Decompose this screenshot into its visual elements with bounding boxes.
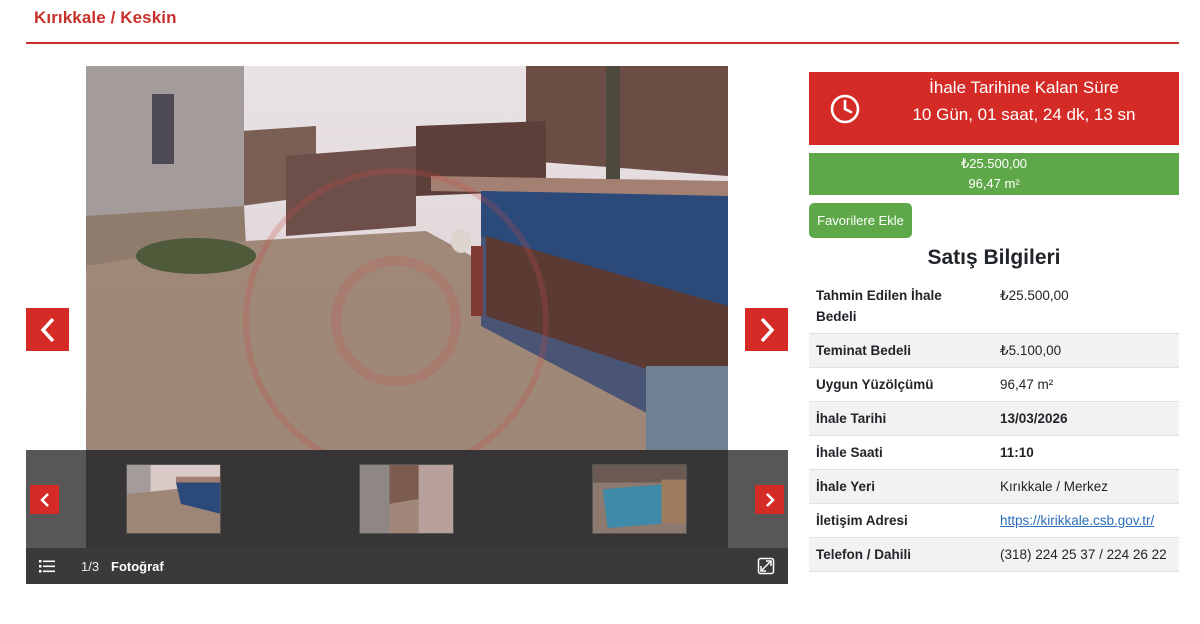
info-row: Tahmin Edilen İhale Bedeli ₺25.500,00 [809, 279, 1179, 334]
photo-label: Fotoğraf [111, 559, 164, 574]
list-icon[interactable] [38, 557, 56, 575]
info-key: Uygun Yüzölçümü [809, 367, 993, 402]
add-to-favorites-button[interactable]: Favorilere Ekle [809, 203, 912, 238]
price-area: 96,47 m² [968, 176, 1020, 191]
photo-counter: 1/3 [81, 559, 100, 574]
info-value: https://kirikkale.csb.gov.tr/ [993, 503, 1179, 538]
info-value: Kırıkkale / Merkez [993, 469, 1179, 504]
info-key: İhale Yeri [809, 469, 993, 504]
info-key: Teminat Bedeli [809, 333, 993, 368]
info-row: İletişim Adresi https://kirikkale.csb.go… [809, 503, 1179, 538]
info-value: 96,47 m² [993, 367, 1179, 402]
thumbnails-previous-button[interactable] [30, 485, 59, 514]
location-title: Kırıkkale / Keskin [34, 8, 177, 27]
info-row: Uygun Yüzölçümü 96,47 m² [809, 367, 1179, 402]
thumbnail-1-image [127, 465, 220, 533]
info-value: ₺25.500,00 [1000, 288, 1069, 303]
info-key: Telefon / Dahili [809, 537, 993, 572]
photo-gallery: 1/3 Fotoğraf [26, 66, 788, 584]
chevron-left-icon [40, 317, 54, 342]
info-value: 11:10 [993, 435, 1179, 470]
info-row: İhale Tarihi 13/03/2026 [809, 401, 1179, 436]
info-key: İhale Saati [809, 435, 993, 470]
countdown-box: İhale Tarihine Kalan Süre 10 Gün, 01 saa… [809, 72, 1179, 145]
chevron-left-icon [39, 492, 49, 507]
contact-address-link[interactable]: https://kirikkale.csb.gov.tr/ [1000, 513, 1154, 528]
previous-photo-button[interactable] [26, 308, 69, 351]
section-title: Satış Bilgileri [927, 246, 1061, 269]
thumbnail-1[interactable] [126, 464, 221, 534]
price-amount: ₺25.500,00 [960, 156, 1028, 171]
next-photo-button[interactable] [745, 308, 788, 351]
info-value: ₺5.100,00 [993, 333, 1179, 368]
thumbnail-3-image [593, 465, 686, 533]
page-header: Kırıkkale / Keskin [26, 0, 1179, 44]
info-row: İhale Yeri Kırıkkale / Merkez [809, 469, 1179, 504]
expand-icon[interactable] [757, 557, 775, 575]
countdown-title: İhale Tarihine Kalan Süre [929, 78, 1119, 97]
info-row: Telefon / Dahili (318) 224 25 37 / 224 2… [809, 537, 1179, 572]
info-value: (318) 224 25 37 / 224 26 22 [993, 537, 1179, 572]
thumbnail-strip [26, 450, 788, 548]
thumbnail-2[interactable] [359, 464, 454, 534]
clock-icon [830, 94, 860, 124]
gallery-toolbar: 1/3 Fotoğraf [26, 548, 788, 584]
info-key: İhale Tarihi [809, 401, 993, 436]
info-value: 13/03/2026 [993, 401, 1179, 436]
info-row: Teminat Bedeli ₺5.100,00 [809, 333, 1179, 368]
countdown-value: 10 Gün, 01 saat, 24 dk, 13 sn [912, 105, 1136, 124]
sale-info-table: Tahmin Edilen İhale Bedeli ₺25.500,00 Te… [809, 279, 1179, 572]
chevron-right-icon [760, 317, 774, 342]
info-row: İhale Saati 11:10 [809, 435, 1179, 470]
info-key: Tahmin Edilen İhale Bedeli [816, 288, 942, 324]
price-summary: ₺25.500,00 96,47 m² [809, 153, 1179, 195]
chevron-right-icon [765, 492, 775, 507]
info-key: İletişim Adresi [809, 503, 993, 538]
thumbnails-next-button[interactable] [755, 485, 784, 514]
thumbnail-3[interactable] [592, 464, 687, 534]
thumbnail-2-image [360, 465, 453, 533]
